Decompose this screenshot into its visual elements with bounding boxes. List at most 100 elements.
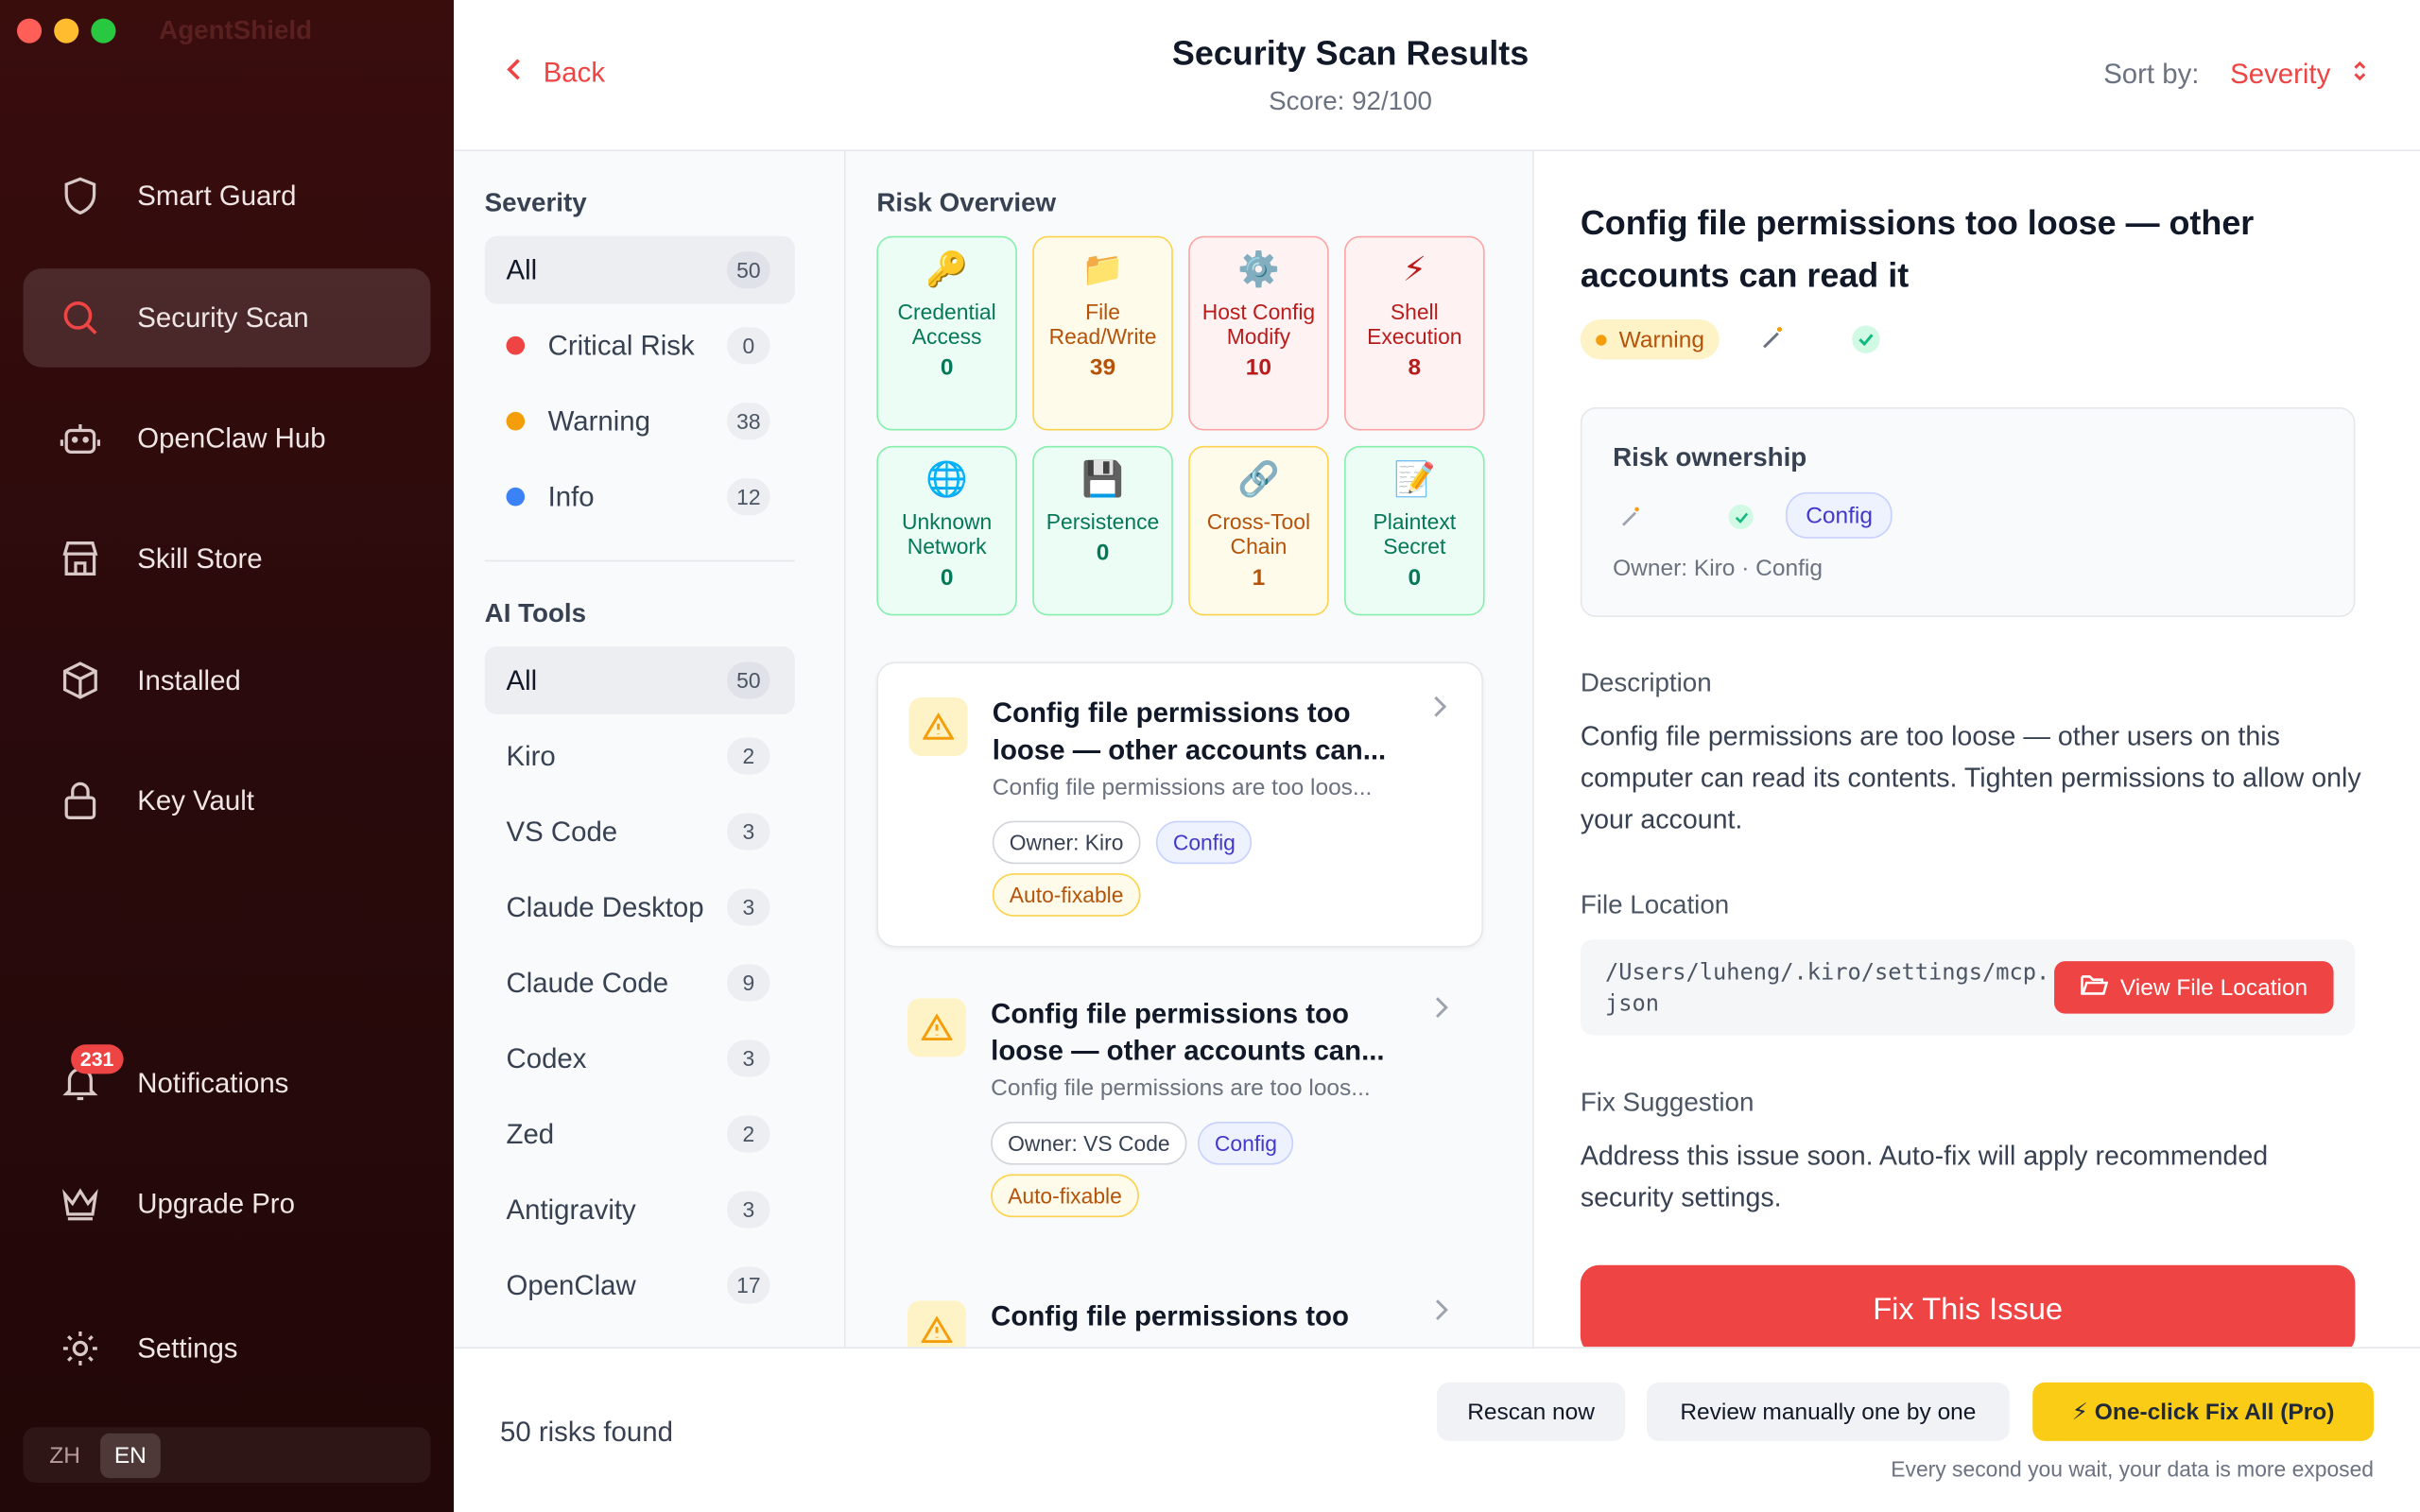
store-icon xyxy=(23,540,137,576)
view-file-location-label: View File Location xyxy=(2119,974,2308,1001)
sort-select[interactable]: Severity xyxy=(2230,59,2367,91)
lock-icon xyxy=(23,781,137,820)
filter-label: VS Code xyxy=(506,815,618,847)
tool-filter-zed[interactable]: Zed 2 xyxy=(485,1100,795,1168)
risk-tile-cross-tool-chain[interactable]: 🔗 Cross-Tool Chain 1 xyxy=(1188,445,1329,616)
floppy-disk-icon: 💾 xyxy=(1081,459,1124,499)
tool-filter-claude-desktop[interactable]: Claude Desktop 3 xyxy=(485,873,795,941)
tile-label: File Read/Write xyxy=(1048,299,1157,349)
risk-tile-plaintext-secret[interactable]: 📝 Plaintext Secret 0 xyxy=(1344,445,1485,616)
lang-en-button[interactable]: EN xyxy=(100,1432,161,1478)
risk-tile-persistence[interactable]: 💾 Persistence 0 xyxy=(1032,445,1173,616)
filter-count: 0 xyxy=(726,327,770,365)
score-text: Score: 92/100 xyxy=(1269,86,1432,116)
sidebar-item-installed[interactable]: Installed xyxy=(23,631,430,730)
sidebar-item-key-vault[interactable]: Key Vault xyxy=(23,751,430,850)
filter-count: 2 xyxy=(726,737,770,775)
risk-ownership-box: Risk ownership Config Owner: Kiro · Conf… xyxy=(1580,407,2356,618)
auto-fixable-tag: Auto-fixable xyxy=(991,1174,1139,1218)
filter-count: 50 xyxy=(726,251,770,289)
filter-label: All xyxy=(506,663,538,696)
link-icon: 🔗 xyxy=(1237,459,1280,499)
tool-filter-openclaw[interactable]: OpenClaw 17 xyxy=(485,1251,795,1319)
critical-dot xyxy=(506,335,526,355)
risk-tile-file-read-write[interactable]: 📁 File Read/Write 39 xyxy=(1032,235,1173,431)
lang-zh-button[interactable]: ZH xyxy=(36,1433,95,1477)
issue-title: Config file permissions too loose — othe… xyxy=(992,696,1387,765)
sidebar-item-notifications[interactable]: 231 Notifications xyxy=(23,1034,430,1132)
risk-tile-credential-access[interactable]: 🔑 Credential Access 0 xyxy=(876,235,1017,431)
chevron-right-icon xyxy=(1434,1297,1449,1330)
footer-bar: 50 risks found Rescan now Review manuall… xyxy=(453,1347,2420,1512)
filter-count: 9 xyxy=(726,964,770,1002)
header: Back Security Scan Results Score: 92/100… xyxy=(453,0,2420,151)
tool-filter-all[interactable]: All 50 xyxy=(484,646,795,714)
one-click-fix-all-button[interactable]: ⚡ One-click Fix All (Pro) xyxy=(2032,1382,2375,1441)
severity-filter-all[interactable]: All 50 xyxy=(484,235,795,304)
filter-label: Codex xyxy=(506,1041,587,1074)
key-icon: 🔑 xyxy=(925,249,969,289)
review-manually-button[interactable]: Review manually one by one xyxy=(1647,1382,2010,1441)
app-title: AgentShield xyxy=(159,15,313,45)
description-heading: Description xyxy=(1580,667,1712,697)
issue-card[interactable]: Config file permissions too xyxy=(876,1266,1483,1348)
sort-control: Sort by: Severity xyxy=(2103,59,2367,91)
filter-panel: Severity All 50 Critical Risk 0 Warning … xyxy=(453,151,846,1348)
issue-card[interactable]: Config file permissions too loose — othe… xyxy=(876,964,1483,1249)
gear-icon xyxy=(23,1329,137,1368)
filter-count: 3 xyxy=(726,888,770,926)
tile-label: Credential Access xyxy=(897,299,996,349)
sort-value: Severity xyxy=(2230,59,2331,90)
filter-label: Kiro xyxy=(506,739,556,771)
rescan-button[interactable]: Rescan now xyxy=(1437,1382,1626,1441)
sidebar-item-upgrade-pro[interactable]: Upgrade Pro xyxy=(23,1154,430,1252)
language-switcher: ZH EN xyxy=(23,1427,431,1483)
fix-this-issue-button[interactable]: Fix This Issue xyxy=(1580,1264,2356,1348)
tile-count: 10 xyxy=(1245,354,1272,382)
tool-filter-vscode[interactable]: VS Code 3 xyxy=(485,798,795,866)
sidebar-item-label: Installed xyxy=(137,663,241,696)
sidebar-item-label: Notifications xyxy=(137,1066,289,1098)
tool-filter-codex[interactable]: Codex 3 xyxy=(485,1024,795,1092)
filter-label: Warning xyxy=(547,404,650,437)
sidebar-item-label: OpenClaw Hub xyxy=(137,421,326,454)
close-window-button[interactable] xyxy=(16,18,43,43)
sidebar-item-label: Skill Store xyxy=(137,541,263,574)
zoom-window-button[interactable] xyxy=(91,18,116,43)
risks-found-count: 50 risks found xyxy=(499,1416,673,1448)
sidebar-item-smart-guard[interactable]: Smart Guard xyxy=(23,146,430,245)
risk-tile-host-config-modify[interactable]: ⚙️ Host Config Modify 10 xyxy=(1188,235,1329,431)
tool-filter-kiro[interactable]: Kiro 2 xyxy=(485,722,795,790)
filter-count: 17 xyxy=(726,1266,770,1304)
tool-filter-antigravity[interactable]: Antigravity 3 xyxy=(485,1176,795,1244)
ownership-category-tag: Config xyxy=(1785,491,1893,539)
sidebar-item-label: Upgrade Pro xyxy=(137,1187,295,1218)
sidebar-item-security-scan[interactable]: Security Scan xyxy=(23,268,431,368)
risk-tile-unknown-network[interactable]: 🌐 Unknown Network 0 xyxy=(876,445,1017,616)
severity-badge: Warning xyxy=(1580,318,1720,360)
sidebar-item-settings[interactable]: Settings xyxy=(23,1299,430,1398)
sidebar-item-skill-store[interactable]: Skill Store xyxy=(23,509,430,608)
view-file-location-button[interactable]: View File Location xyxy=(2054,961,2334,1014)
risk-tile-shell-execution[interactable]: ⚡ Shell Execution 8 xyxy=(1344,235,1485,431)
issue-title: Config file permissions too xyxy=(991,1300,1349,1332)
tile-label: Unknown Network xyxy=(901,508,993,559)
sidebar-item-openclaw-hub[interactable]: OpenClaw Hub xyxy=(23,388,430,487)
issue-card[interactable]: Config file permissions too loose — othe… xyxy=(876,662,1483,948)
page-title: Security Scan Results xyxy=(1171,33,1530,73)
tile-label: Persistence xyxy=(1046,508,1160,534)
filter-label: OpenClaw xyxy=(506,1268,636,1300)
severity-filter-warning[interactable]: Warning 38 xyxy=(485,387,795,455)
detail-title: Config file permissions too loose — othe… xyxy=(1580,203,2255,295)
issue-detail-panel: Config file permissions too loose — othe… xyxy=(1533,151,2420,1348)
tool-filter-claude-code[interactable]: Claude Code 9 xyxy=(485,949,795,1017)
filter-count: 3 xyxy=(726,1040,770,1077)
minimize-window-button[interactable] xyxy=(54,18,79,43)
severity-filter-info[interactable]: Info 12 xyxy=(485,463,795,531)
filter-label: Antigravity xyxy=(506,1193,636,1225)
tile-count: 39 xyxy=(1089,354,1116,382)
robot-icon xyxy=(23,420,137,456)
chevron-right-icon xyxy=(1432,695,1447,727)
severity-filter-critical[interactable]: Critical Risk 0 xyxy=(485,312,795,380)
issue-title: Config file permissions too loose — othe… xyxy=(991,998,1385,1067)
